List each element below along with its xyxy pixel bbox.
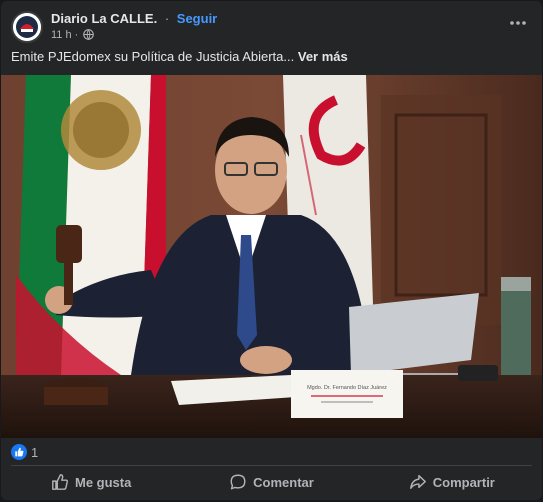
reaction-count: 1 [31, 444, 39, 460]
post-photo[interactable]: Mgdo. Dr. Fernando Díaz Juárez [1, 75, 542, 438]
reactions-summary[interactable]: 1 [11, 443, 38, 461]
comment-icon [230, 474, 246, 490]
page-name-line: Diario La CALLE. · Seguir [51, 11, 217, 26]
share-label: Compartir [432, 474, 495, 490]
post-card: Diario La CALLE. · Seguir 11 h · Emite P… [1, 1, 542, 500]
post-meta: 11 h · [51, 29, 95, 41]
caption-text: Emite PJEdomex su Política de Justicia A… [11, 49, 295, 64]
post-actions: Me gusta Comentar Compartir [1, 466, 542, 498]
post-caption: Emite PJEdomex su Política de Justicia A… [11, 49, 348, 64]
more-horizontal-icon [510, 21, 526, 25]
nameplate-text: Mgdo. Dr. Fernando Díaz Juárez [307, 385, 387, 391]
page-name[interactable]: Diario La CALLE. [51, 11, 157, 26]
like-button[interactable]: Me gusta [1, 466, 181, 498]
share-button[interactable]: Compartir [362, 466, 542, 498]
post-header: Diario La CALLE. · Seguir 11 h · [1, 1, 542, 47]
name-separator: · [164, 11, 170, 26]
comment-label: Comentar [253, 474, 314, 490]
like-reaction-icon [11, 444, 27, 460]
share-icon [409, 474, 426, 490]
thumbs-up-icon [52, 474, 69, 490]
avatar-logo-icon [13, 13, 41, 41]
photo-illustration: Mgdo. Dr. Fernando Díaz Juárez [1, 75, 542, 438]
post-timestamp[interactable]: 11 h [51, 29, 72, 41]
time-separator: · [74, 29, 79, 41]
like-label: Me gusta [74, 474, 132, 490]
see-more-link[interactable]: Ver más [298, 49, 348, 64]
page-avatar[interactable] [11, 11, 43, 43]
more-options-button[interactable] [506, 11, 530, 35]
comment-button[interactable]: Comentar [181, 466, 361, 498]
globe-icon [83, 29, 95, 40]
follow-button[interactable]: Seguir [177, 11, 217, 26]
